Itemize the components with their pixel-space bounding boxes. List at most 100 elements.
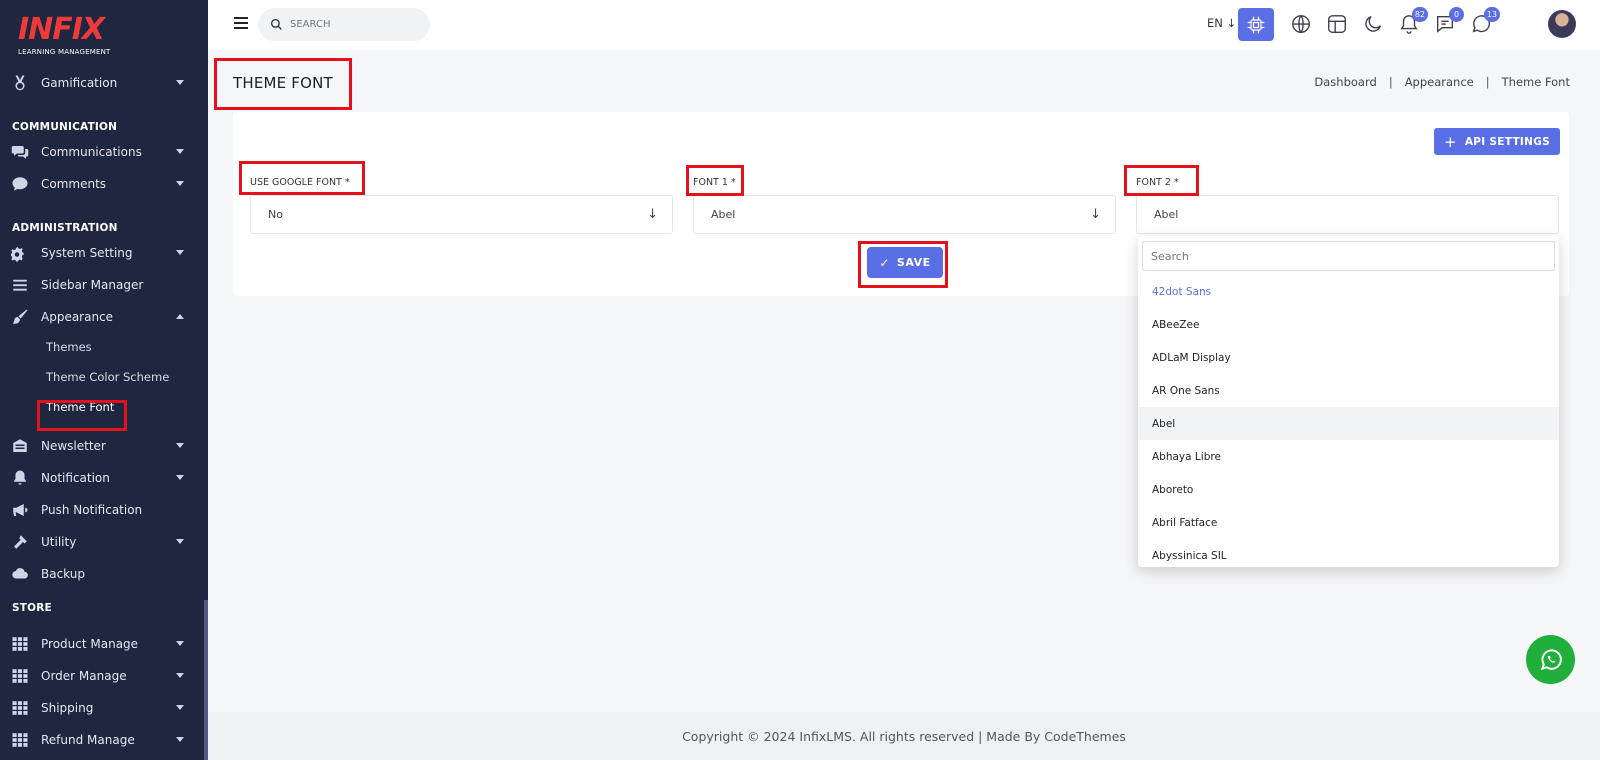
search-input[interactable]	[290, 19, 410, 30]
chip-settings-button[interactable]	[1238, 8, 1274, 41]
sidebar-item-utility[interactable]: Utility	[0, 526, 204, 558]
dropdown-option[interactable]: ADLaM Display	[1138, 341, 1559, 374]
chevron-down-icon	[176, 475, 184, 480]
cloud-icon	[11, 565, 29, 583]
sidebar-item-system-setting[interactable]: System Setting	[0, 237, 204, 269]
logo-text: INFIX	[18, 12, 105, 47]
arrow-down-icon: ↓	[1226, 16, 1237, 30]
medal-icon	[11, 74, 29, 92]
layout-icon[interactable]	[1326, 13, 1348, 35]
gears-icon	[11, 244, 29, 262]
grid-icon	[11, 635, 29, 653]
breadcrumb: Dashboard | Appearance | Theme Font	[1314, 75, 1570, 89]
api-settings-button[interactable]: + API SETTINGS	[1434, 128, 1560, 155]
dropdown-option[interactable]: Abyssinica SIL	[1138, 539, 1559, 567]
sidebar-item-order-manage[interactable]: Order Manage	[0, 660, 204, 692]
chevron-down-icon	[176, 737, 184, 742]
dropdown-option[interactable]: ABeeZee	[1138, 308, 1559, 341]
moon-icon[interactable]	[1362, 13, 1384, 35]
hamburger-menu-icon[interactable]	[234, 17, 248, 29]
sidebar-subitem-themes[interactable]: Themes	[46, 340, 92, 354]
globe-icon[interactable]	[1290, 13, 1312, 35]
chevron-down-icon	[176, 443, 184, 448]
select-value: Abel	[1154, 208, 1179, 221]
breadcrumb-dashboard[interactable]: Dashboard	[1314, 75, 1376, 89]
sidebar-item-label: Sidebar Manager	[41, 278, 144, 292]
grid-icon	[11, 731, 29, 749]
message-icon[interactable]: 0	[1434, 7, 1464, 35]
search-icon	[270, 18, 282, 30]
font1-select[interactable]: Abel ↓	[693, 195, 1116, 234]
sidebar-subitem-theme-color-scheme[interactable]: Theme Color Scheme	[46, 370, 169, 384]
highlight-font1	[686, 165, 744, 196]
sidebar-item-label: Backup	[41, 567, 85, 581]
sidebar-item-refund-manage[interactable]: Refund Manage	[0, 724, 204, 756]
dropdown-option[interactable]: 42dot Sans	[1138, 275, 1559, 308]
sidebar-item-appearance[interactable]: Appearance	[0, 301, 204, 333]
sidebar-item-push-notification[interactable]: Push Notification	[0, 494, 204, 526]
sidebar-item-label: Notification	[41, 471, 110, 485]
chevron-down-icon	[176, 250, 184, 255]
sidebar-item-label: Newsletter	[41, 439, 106, 453]
sidebar-item-comments[interactable]: Comments	[0, 168, 204, 200]
footer: Copyright © 2024 InfixLMS. All rights re…	[208, 712, 1600, 760]
highlight-title	[214, 58, 352, 110]
highlight-google-font	[239, 161, 365, 195]
sidebar-item-label: Gamification	[41, 76, 118, 90]
dropdown-option[interactable]: AR One Sans	[1138, 374, 1559, 407]
sidebar-item-label: Order Manage	[41, 669, 127, 683]
sidebar-item-label: Communications	[41, 145, 142, 159]
font2-select[interactable]: Abel	[1136, 195, 1559, 234]
megaphone-icon	[11, 501, 29, 519]
logo[interactable]: INFIX LEARNING MANAGEMENT	[18, 14, 138, 60]
chevron-down-icon	[176, 705, 184, 710]
chevron-down-icon	[176, 80, 184, 85]
chevron-down-icon	[176, 673, 184, 678]
font2-dropdown: 42dot Sans ABeeZee ADLaM Display AR One …	[1138, 236, 1559, 567]
sidebar-item-label: Push Notification	[41, 503, 143, 517]
chat-bubbles-icon	[11, 143, 29, 161]
sidebar-item-newsletter[interactable]: Newsletter	[0, 430, 204, 462]
arrow-down-icon: ↓	[647, 207, 658, 222]
language-selector[interactable]: EN ↓	[1207, 16, 1236, 30]
sidebar-item-gamification[interactable]: Gamification	[0, 67, 204, 99]
breadcrumb-appearance[interactable]: Appearance	[1405, 75, 1474, 89]
sidebar-item-communications[interactable]: Communications	[0, 136, 204, 168]
sidebar: INFIX LEARNING MANAGEMENT Gamification C…	[0, 0, 208, 760]
arrow-down-icon: ↓	[1090, 207, 1101, 222]
chevron-down-icon	[176, 149, 184, 154]
notification-badge: 82	[1411, 7, 1428, 22]
section-administration: ADMINISTRATION	[12, 222, 118, 234]
grid-icon	[11, 699, 29, 717]
dropdown-option[interactable]: Abril Fatface	[1138, 506, 1559, 539]
dropdown-option[interactable]: Abhaya Libre	[1138, 440, 1559, 473]
logo-subtitle: LEARNING MANAGEMENT	[18, 48, 111, 56]
top-header: EN ↓ 82 0 13	[208, 0, 1600, 50]
dropdown-option-selected[interactable]: Abel	[1138, 407, 1559, 440]
sidebar-item-product-manage[interactable]: Product Manage	[0, 628, 204, 660]
sidebar-item-shipping[interactable]: Shipping	[0, 692, 204, 724]
chevron-down-icon	[176, 181, 184, 186]
sidebar-item-sidebar-manager[interactable]: Sidebar Manager	[0, 269, 204, 301]
whatsapp-icon[interactable]: 13	[1470, 7, 1500, 35]
breadcrumb-theme-font: Theme Font	[1501, 75, 1570, 89]
dropdown-option[interactable]: Aboreto	[1138, 473, 1559, 506]
api-settings-label: API SETTINGS	[1464, 135, 1551, 148]
sidebar-item-notification[interactable]: Notification	[0, 462, 204, 494]
cpu-chip-icon	[1247, 16, 1265, 33]
dropdown-search-input[interactable]	[1142, 241, 1555, 271]
sidebar-item-label: Product Manage	[41, 637, 139, 651]
sidebar-item-label: Appearance	[41, 310, 114, 324]
bell-icon[interactable]: 82	[1398, 7, 1428, 35]
message-badge: 0	[1449, 7, 1464, 22]
footer-text: Copyright © 2024 InfixLMS. All rights re…	[682, 728, 1126, 744]
use-google-font-select[interactable]: No ↓	[250, 195, 673, 234]
whatsapp-chat-button[interactable]	[1526, 635, 1575, 684]
paint-brush-icon	[11, 308, 29, 326]
user-avatar[interactable]	[1548, 10, 1576, 38]
whatsapp-icon	[1540, 648, 1562, 670]
sidebar-item-backup[interactable]: Backup	[0, 558, 204, 590]
chevron-down-icon	[176, 641, 184, 646]
search-box[interactable]	[258, 8, 430, 41]
breadcrumb-separator: |	[1388, 75, 1393, 89]
